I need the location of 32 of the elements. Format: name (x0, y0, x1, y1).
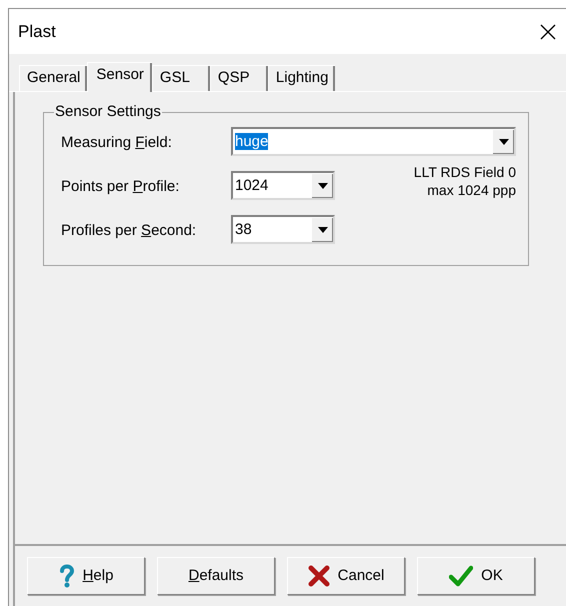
dropdown-arrow-button[interactable] (492, 129, 514, 154)
info-text: LLT RDS Field 0 (414, 163, 516, 181)
info-text: max 1024 ppp (427, 181, 516, 199)
check-icon (449, 565, 474, 587)
help-button[interactable]: Help (27, 557, 145, 595)
dropdown-arrow-button[interactable] (311, 217, 333, 242)
ok-button[interactable]: OK (417, 557, 535, 595)
tab[interactable]: Lighting (268, 65, 336, 91)
field-label: Measuring Field: (61, 133, 173, 153)
tab[interactable]: General (19, 65, 88, 91)
caret-icon (318, 183, 328, 189)
field-value: huge (235, 132, 268, 150)
defaults-button[interactable]: Defaults (157, 557, 275, 595)
tab[interactable]: Sensor (87, 62, 152, 92)
dropdown-field[interactable]: huge (231, 127, 516, 156)
dropdown-field[interactable]: 1024 (231, 171, 335, 200)
close-icon (540, 24, 556, 40)
field-label: Profiles per Second: (61, 221, 198, 241)
dropdown-field[interactable]: 38 (231, 215, 335, 244)
dropdown-arrow-button[interactable] (311, 173, 333, 198)
question-mark-icon (58, 564, 75, 588)
field-label: Points per Profile: (61, 177, 180, 197)
window-title: Plast (18, 20, 56, 43)
tab[interactable]: QSP (210, 65, 268, 91)
field-value: 38 (235, 220, 252, 238)
caret-icon (498, 139, 508, 145)
cancel-button[interactable]: Cancel (287, 557, 405, 595)
cross-icon (308, 565, 330, 587)
tab[interactable]: GSL (152, 65, 210, 91)
field-value: 1024 (235, 176, 268, 194)
group-title: Sensor Settings (54, 103, 162, 121)
caret-icon (318, 227, 328, 233)
